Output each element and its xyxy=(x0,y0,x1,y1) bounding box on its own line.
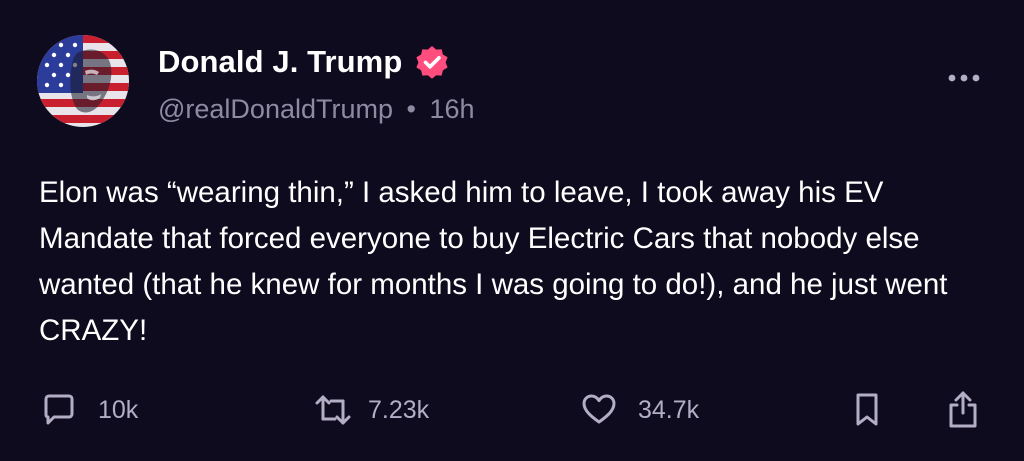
bookmark-button[interactable] xyxy=(850,388,884,432)
heart-icon xyxy=(582,394,616,424)
action-bar: 10k 7.23k 34.7k xyxy=(0,388,1024,432)
share-button[interactable] xyxy=(944,388,982,432)
reply-button[interactable]: 10k xyxy=(40,388,138,432)
repost-count: 7.23k xyxy=(368,395,430,424)
author-handle[interactable]: @realDonaldTrump xyxy=(158,94,393,124)
avatar-flag-portrait xyxy=(37,35,129,127)
post-meta: @realDonaldTrump • 16h xyxy=(158,94,475,125)
meta-separator: • xyxy=(406,94,416,124)
post-card: Donald J. Trump @realDonaldTrump • 16h E… xyxy=(0,0,1024,461)
author-avatar[interactable] xyxy=(37,35,129,127)
more-options-icon xyxy=(948,74,980,82)
bookmark-icon xyxy=(856,393,878,426)
post-text: Elon was “wearing thin,” I asked him to … xyxy=(39,176,948,347)
repost-button[interactable]: 7.23k xyxy=(312,388,429,432)
author-name[interactable]: Donald J. Trump xyxy=(158,44,450,80)
reply-icon xyxy=(44,394,74,425)
verified-badge-icon xyxy=(414,44,450,80)
post-timestamp[interactable]: 16h xyxy=(429,94,474,124)
like-count: 34.7k xyxy=(638,395,700,424)
reply-count: 10k xyxy=(98,395,139,424)
more-options-button[interactable] xyxy=(944,62,984,92)
share-icon xyxy=(949,391,977,428)
author-name-text[interactable]: Donald J. Trump xyxy=(158,44,402,80)
repost-icon xyxy=(315,395,351,425)
like-button[interactable]: 34.7k xyxy=(580,388,699,432)
